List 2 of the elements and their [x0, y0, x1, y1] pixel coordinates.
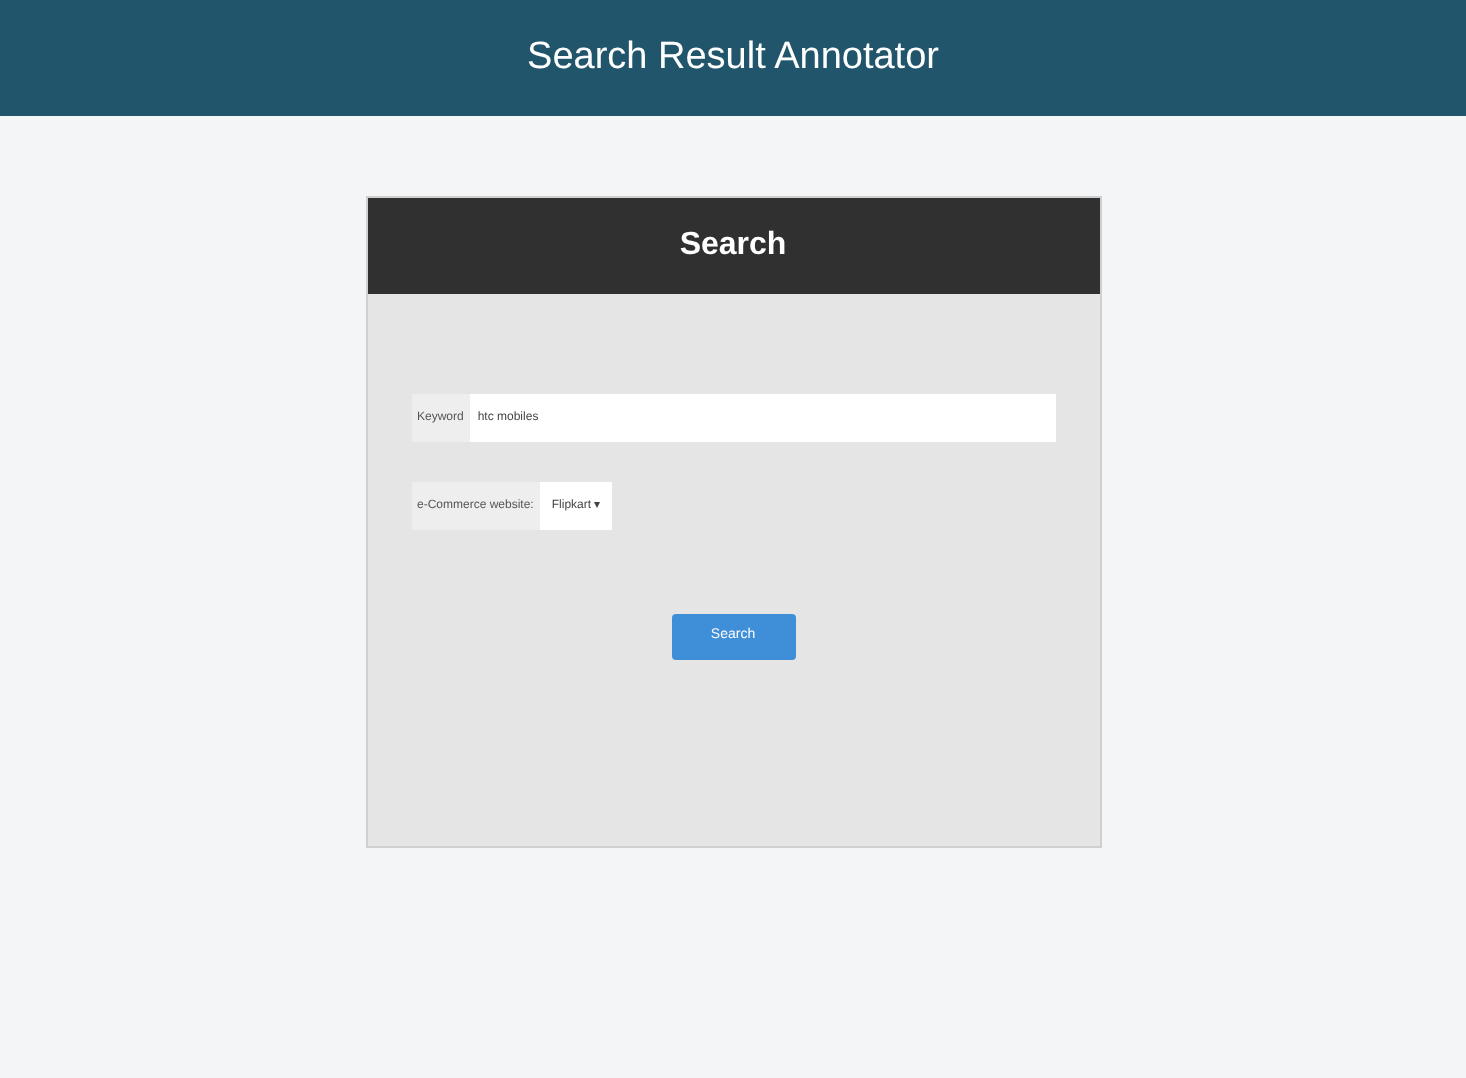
app-title: Search Result Annotator — [527, 33, 939, 82]
card-title: Search — [679, 226, 787, 266]
